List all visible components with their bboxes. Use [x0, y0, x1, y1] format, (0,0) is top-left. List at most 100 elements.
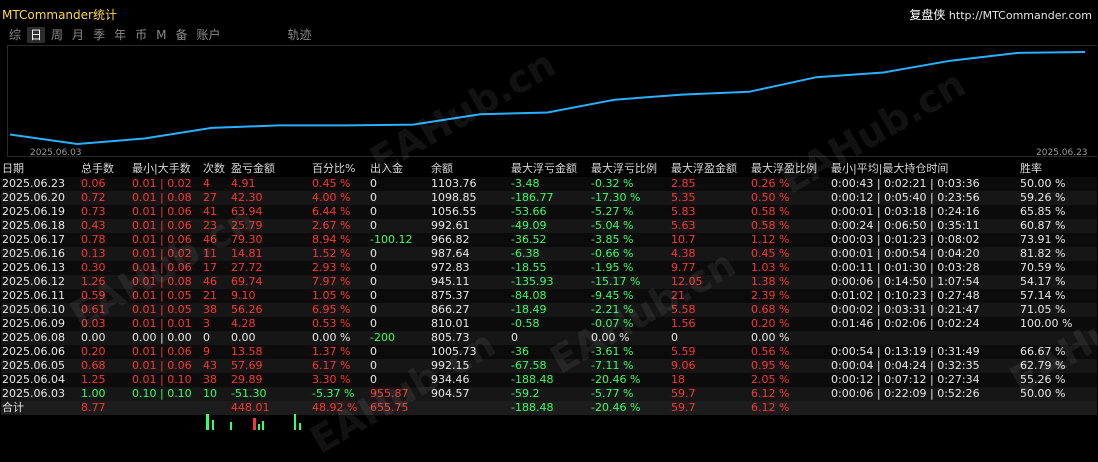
bar-mark: [258, 424, 260, 430]
tab-8[interactable]: 备: [172, 27, 190, 43]
table-cell: 17: [202, 261, 230, 275]
column-header[interactable]: 百分比%: [311, 161, 369, 177]
table-cell: 0.01 | 0.06: [131, 261, 202, 275]
table-row[interactable]: 2025.06.04 1.25 0.01 | 0.10 38 29.89 3.30 % 0 9…: [1, 373, 1097, 387]
table-cell: 66.67 %: [1019, 345, 1097, 359]
table-row[interactable]: 2025.06.09 0.03 0.01 | 0.01 3 4.28 0.53 % 0 810…: [1, 317, 1097, 331]
table-row[interactable]: 2025.06.11 0.59 0.01 | 0.05 21 9.10 1.05 % 0 87…: [1, 289, 1097, 303]
table-cell: 0.00: [80, 331, 131, 345]
column-header[interactable]: 余额: [430, 161, 510, 177]
brand[interactable]: 复盘侠 http://MTCommander.com: [909, 6, 1092, 23]
table-cell: 4: [202, 177, 230, 191]
tab-4[interactable]: 季: [90, 27, 108, 43]
table-cell: 810.01: [430, 317, 510, 331]
table-row[interactable]: 2025.06.16 0.13 0.01 | 0.02 11 14.81 1.52 % 0 9…: [1, 247, 1097, 261]
table-cell: 14.81: [230, 247, 311, 261]
table-cell: 0: [369, 219, 430, 233]
table-cell: 10: [202, 387, 230, 401]
column-header[interactable]: 出入金: [369, 161, 430, 177]
table-row[interactable]: 2025.06.12 1.26 0.01 | 0.08 46 69.74 7.97 % 0 9…: [1, 275, 1097, 289]
table-cell: 2025.06.04: [1, 373, 80, 387]
tab-7[interactable]: M: [153, 27, 169, 43]
table-cell: 50.00 %: [1019, 177, 1097, 191]
table-cell: 2025.06.18: [1, 219, 80, 233]
column-header[interactable]: 最大浮亏金额: [510, 161, 590, 177]
brand-url[interactable]: http://MTCommander.com: [949, 9, 1092, 22]
tab-0[interactable]: 综: [6, 27, 24, 43]
table-row[interactable]: 2025.06.03 1.00 0.10 | 0.10 10 -51.30 -5.37 %…: [1, 387, 1097, 401]
table-row[interactable]: 2025.06.10 0.61 0.01 | 0.05 38 56.26 6.95 % 0 8…: [1, 303, 1097, 317]
bar-mark: [294, 414, 296, 430]
table-cell: 0:01:02 | 0:10:23 | 0:27:48: [830, 289, 1019, 303]
table-cell: 81.82 %: [1019, 247, 1097, 261]
table-cell: 0.01 | 0.08: [131, 275, 202, 289]
table-cell: -135.93: [510, 275, 590, 289]
table-cell: 934.46: [430, 373, 510, 387]
column-header[interactable]: 日期: [1, 161, 80, 177]
table-cell: 0:00:03 | 0:01:23 | 0:08:02: [830, 233, 1019, 247]
table-cell: 0.45 %: [750, 247, 830, 261]
period-tabs: 综日周月季年币 M 备账户 轨迹: [6, 27, 318, 43]
table-cell: 0:00:43 | 0:02:21 | 0:03:36: [830, 177, 1019, 191]
tab-10[interactable]: 轨迹: [285, 27, 315, 43]
table-cell: 0.01 | 0.02: [131, 247, 202, 261]
bar-mark: [230, 422, 232, 430]
table-cell: 3.30 %: [311, 373, 369, 387]
table-cell: 11: [202, 247, 230, 261]
table-row[interactable]: 2025.06.13 0.30 0.01 | 0.06 17 27.72 2.93 % 0 9…: [1, 261, 1097, 275]
tab-9[interactable]: 账户: [193, 27, 223, 43]
table-row[interactable]: 2025.06.23 0.06 0.01 | 0.02 4 4.91 0.45 % 0 110…: [1, 177, 1097, 191]
table-row[interactable]: 2025.06.17 0.78 0.01 | 0.06 46 79.30 8.94 % -1…: [1, 233, 1097, 247]
tab-5[interactable]: 年: [111, 27, 129, 43]
table-row[interactable]: 2025.06.08 0.00 0.00 | 0.00 0 0.00 0.00 % -200…: [1, 331, 1097, 345]
table-cell: 9.10: [230, 289, 311, 303]
table-row[interactable]: 2025.06.20 0.72 0.01 | 0.08 27 42.30 4.00 % 0 1…: [1, 191, 1097, 205]
table-cell: -100.12: [369, 233, 430, 247]
table-cell: 9: [202, 345, 230, 359]
table-cell: 0.03: [80, 317, 131, 331]
column-header[interactable]: 次数: [202, 161, 230, 177]
table-cell: 4.91: [230, 177, 311, 191]
column-header[interactable]: 最大浮亏比例: [590, 161, 670, 177]
table-cell: 43: [202, 359, 230, 373]
table-row[interactable]: 2025.06.19 0.73 0.01 | 0.06 41 63.94 6.44 % 0 1…: [1, 205, 1097, 219]
table-row[interactable]: 2025.06.06 0.20 0.01 | 0.06 9 13.58 1.37 % 0 10…: [1, 345, 1097, 359]
table-cell: 10.7: [670, 233, 750, 247]
table-cell: 0.68: [80, 359, 131, 373]
table-cell: 0:00:01 | 0:03:18 | 0:24:16: [830, 205, 1019, 219]
tab-2[interactable]: 周: [48, 27, 66, 43]
table-row[interactable]: 2025.06.18 0.43 0.01 | 0.06 23 25.79 2.67 % 0 9…: [1, 219, 1097, 233]
column-header[interactable]: 最大浮盈金额: [670, 161, 750, 177]
column-header[interactable]: 最小|平均|最大持仓时间: [830, 161, 1019, 177]
table-cell: 2025.06.23: [1, 177, 80, 191]
total-cell: 59.7: [670, 401, 750, 415]
table-cell: 0.50 %: [750, 191, 830, 205]
bar-mark: [299, 423, 301, 430]
table-row[interactable]: 2025.06.05 0.68 0.01 | 0.06 43 57.69 6.17 % 0 9…: [1, 359, 1097, 373]
table-cell: -0.66 %: [590, 247, 670, 261]
table-cell: 904.57: [430, 387, 510, 401]
table-cell: 1.12 %: [750, 233, 830, 247]
table-cell: 0.68 %: [750, 303, 830, 317]
table-cell: 0.72: [80, 191, 131, 205]
table-cell: -3.85 %: [590, 233, 670, 247]
table-cell: 12.05: [670, 275, 750, 289]
table-cell: 6.17 %: [311, 359, 369, 373]
table-cell: 2025.06.05: [1, 359, 80, 373]
table-cell: 2025.06.17: [1, 233, 80, 247]
total-cell: [830, 401, 1019, 415]
tab-6[interactable]: 币: [132, 27, 150, 43]
table-cell: -15.17 %: [590, 275, 670, 289]
table-cell: 0: [369, 345, 430, 359]
table-cell: 2025.06.08: [1, 331, 80, 345]
column-header[interactable]: 最小|大手数: [131, 161, 202, 177]
tab-3[interactable]: 月: [69, 27, 87, 43]
column-header[interactable]: 总手数: [80, 161, 131, 177]
table-cell: 0.01 | 0.06: [131, 359, 202, 373]
column-header[interactable]: 胜率: [1019, 161, 1097, 177]
table-cell: 1.25: [80, 373, 131, 387]
tab-1[interactable]: 日: [27, 27, 46, 43]
brand-name: 复盘侠: [909, 8, 946, 22]
column-header[interactable]: 盈亏金额: [230, 161, 311, 177]
column-header[interactable]: 最大浮盈比例: [750, 161, 830, 177]
